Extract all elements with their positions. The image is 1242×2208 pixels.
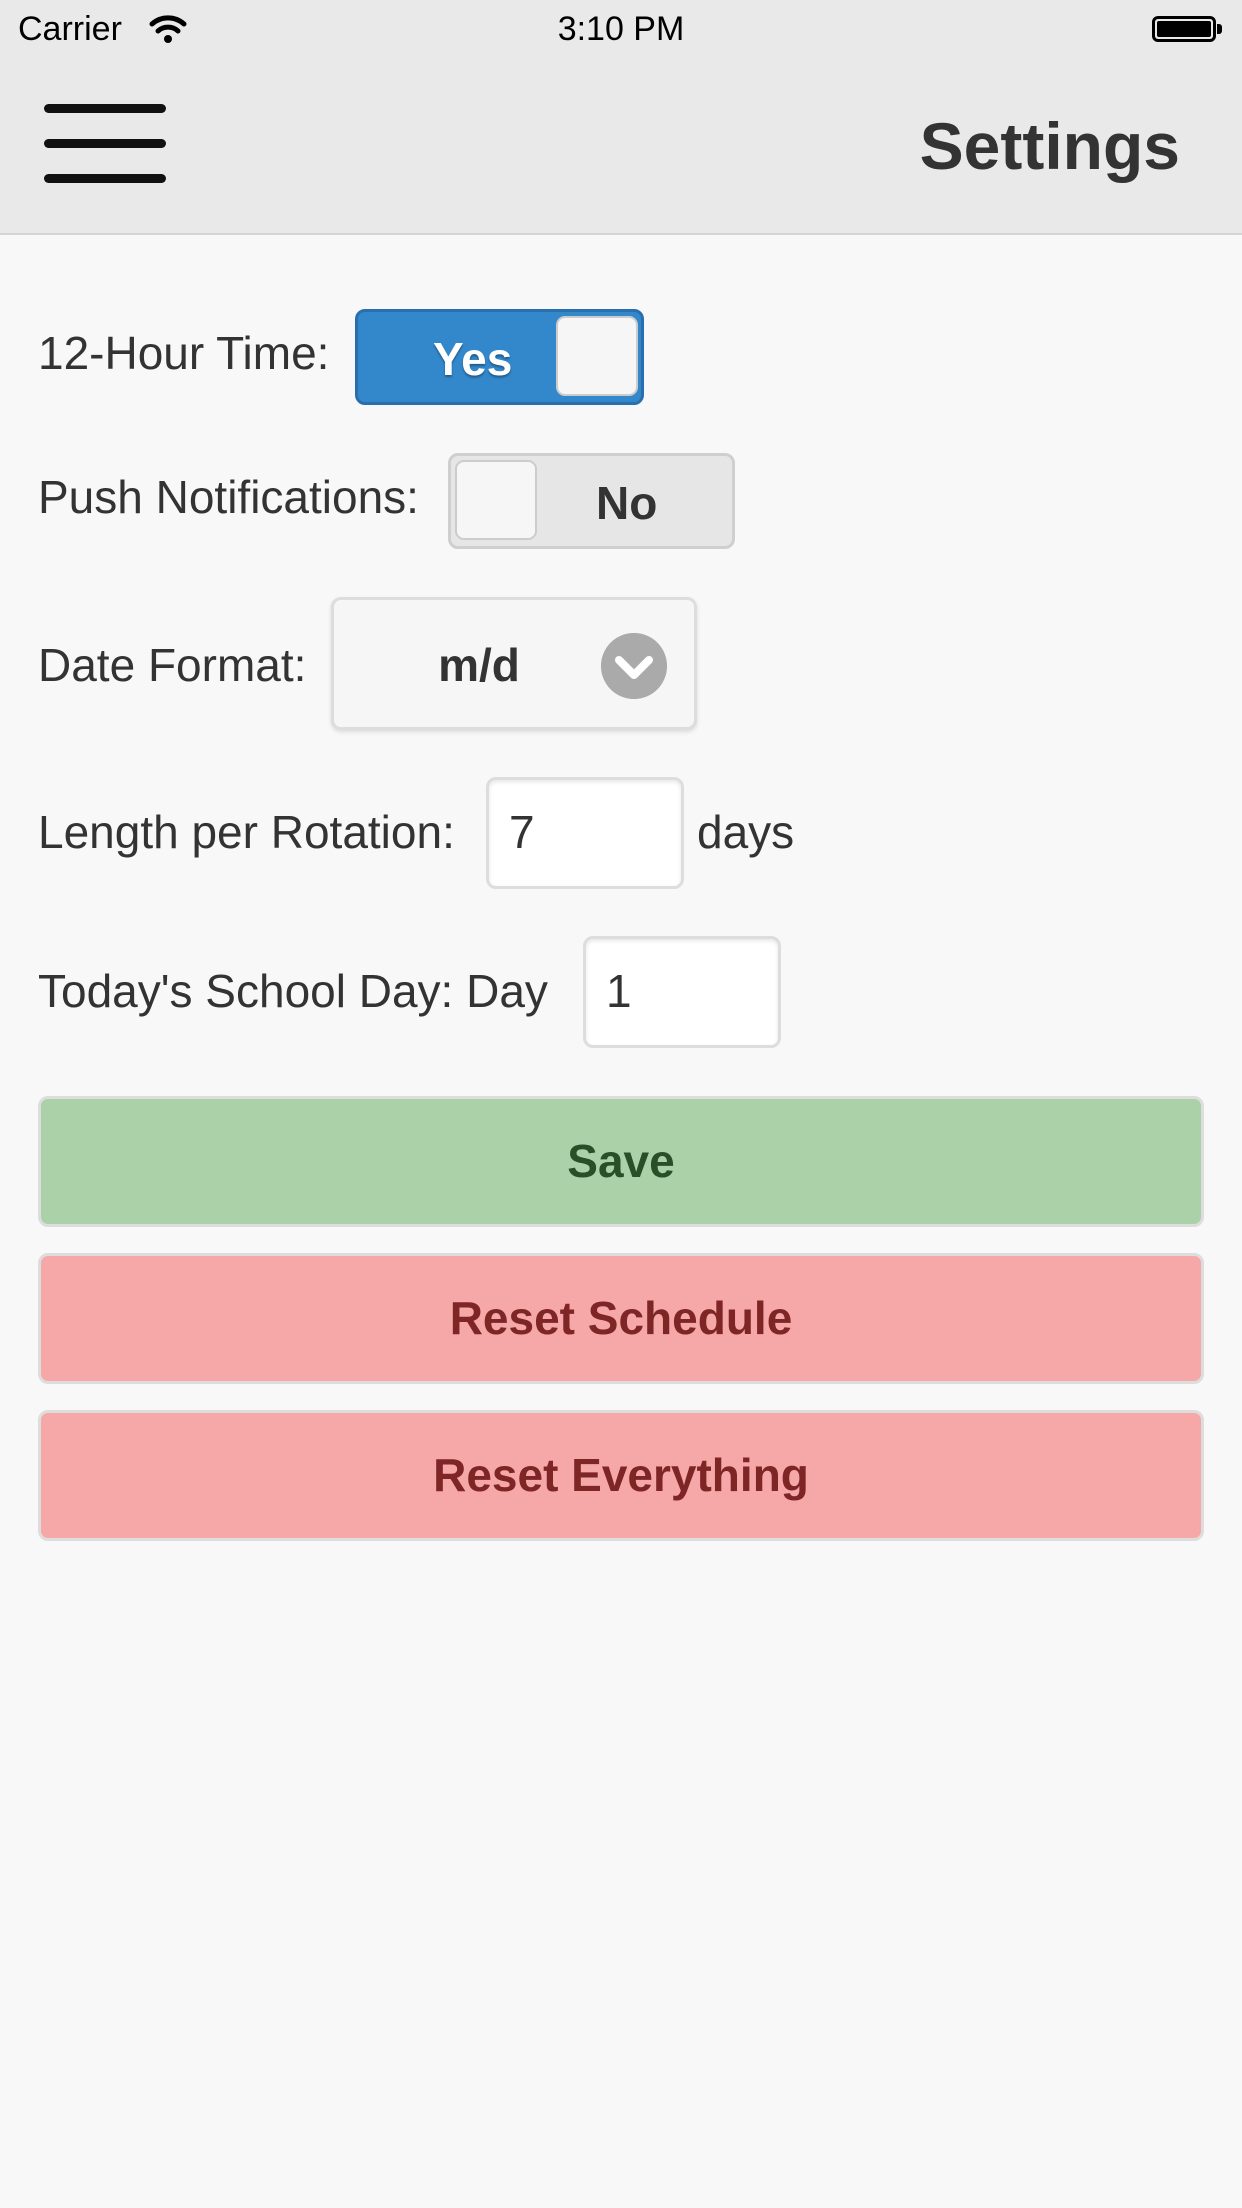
battery-icon xyxy=(1152,16,1222,42)
push-notifications-label: Push Notifications: xyxy=(38,471,419,523)
page-title: Settings xyxy=(919,109,1180,183)
status-bar: Carrier 3:10 PM xyxy=(0,0,1242,60)
rotation-length-input[interactable]: 7 xyxy=(486,777,684,889)
school-day-label: Today's School Day: Day xyxy=(38,965,548,1017)
rotation-unit-label: days xyxy=(697,806,795,858)
push-notifications-toggle[interactable]: No xyxy=(448,453,735,549)
date-format-select[interactable]: m/d xyxy=(331,597,697,730)
clock: 3:10 PM xyxy=(557,10,685,48)
save-button[interactable]: Save xyxy=(38,1096,1204,1227)
reset-everything-button[interactable]: Reset Everything xyxy=(38,1410,1204,1541)
reset-schedule-button[interactable]: Reset Schedule xyxy=(38,1253,1204,1384)
toggle-state-label: No xyxy=(596,477,658,529)
toggle-knob[interactable] xyxy=(556,316,638,396)
hamburger-menu-icon[interactable] xyxy=(44,104,166,184)
toggle-state-label: Yes xyxy=(433,333,513,385)
app-header: Settings xyxy=(0,60,1242,235)
date-format-label: Date Format: xyxy=(38,639,307,691)
twelve-hour-label: 12-Hour Time: xyxy=(38,327,330,379)
school-day-input[interactable]: 1 xyxy=(583,936,781,1048)
date-format-value: m/d xyxy=(438,639,520,691)
rotation-length-label: Length per Rotation: xyxy=(38,806,455,858)
chevron-down-icon xyxy=(601,633,667,699)
toggle-knob[interactable] xyxy=(455,460,537,540)
twelve-hour-toggle[interactable]: Yes xyxy=(355,309,644,405)
